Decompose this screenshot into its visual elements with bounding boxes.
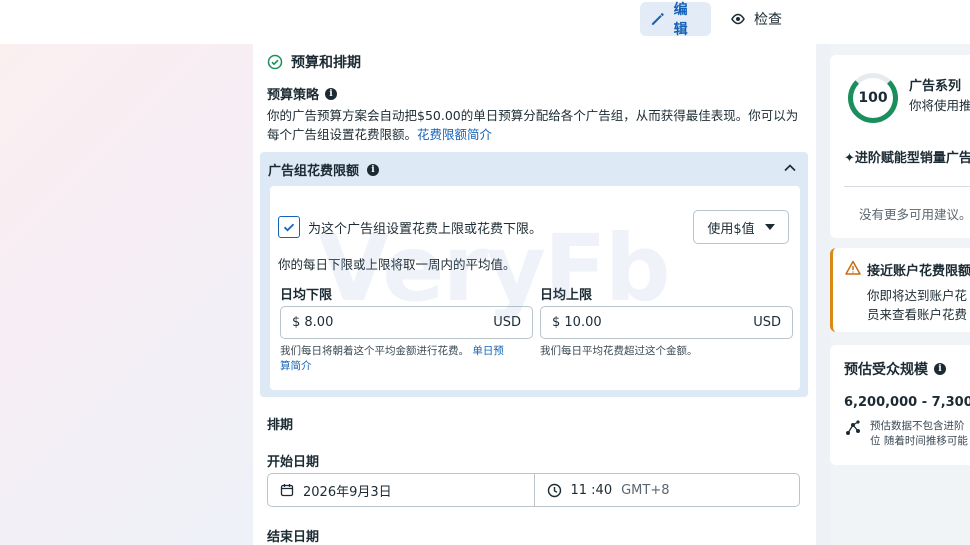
timezone-label: GMT+8 xyxy=(621,482,670,498)
use-value-label: 使用$值 xyxy=(707,221,755,237)
daily-max-input[interactable]: $ 10.00 USD xyxy=(540,306,793,339)
no-more-suggestions: 没有更多可用建议。 xyxy=(859,207,970,222)
caret-down-icon xyxy=(764,224,775,230)
warning-icon xyxy=(845,260,861,275)
section-title: 预算和排期 xyxy=(267,52,361,72)
spend-limit-checkbox[interactable] xyxy=(278,216,300,238)
warning-text-1: 你即将达到账户花 xyxy=(867,288,968,303)
budget-panel: 预算和排期 预算策略 i 你的广告预算方案会自动把$50.00的单日预算分配给各… xyxy=(253,44,816,545)
use-value-dropdown[interactable]: 使用$值 xyxy=(693,210,789,244)
daily-max-label: 日均上限 xyxy=(540,288,593,303)
audience-note-1: 预估数据不包含进阶 xyxy=(870,420,965,432)
calendar-icon xyxy=(280,484,294,497)
eye-icon xyxy=(731,13,745,25)
currency-label: USD xyxy=(493,315,521,330)
audience-note-2: 位 随着时间推移可能 xyxy=(870,435,968,447)
average-note: 你的每日下限或上限将取一周内的平均值。 xyxy=(278,257,516,272)
daily-min-label: 日均下限 xyxy=(280,288,333,303)
edit-button[interactable]: 编辑 xyxy=(640,2,711,38)
daily-max-value: $ 10.00 xyxy=(552,315,602,330)
daily-max-help: 我们每日平均花费超过这个金额。 xyxy=(540,345,698,357)
start-time-input[interactable]: 11 :40 GMT+8 xyxy=(533,474,800,506)
start-date-input[interactable]: 2026年9月3日 xyxy=(268,474,534,506)
edit-label: 编辑 xyxy=(673,2,688,38)
opportunity-score-card: 100 广告系列 你将使用推 ✦进阶赋能型销量广告 没有更多可用建议。 xyxy=(830,55,970,238)
daily-budget-link[interactable]: 单日预 xyxy=(472,345,504,357)
strategy-text: 你的广告预算方案会自动把$50.00的单日预算分配给各个广告组，从而获得最佳表现… xyxy=(267,108,799,142)
audience-note: 预估数据不包含进阶 位 随着时间推移可能 xyxy=(870,419,968,449)
limits-body: 为这个广告组设置花费上限或花费下限。 使用$值 你的每日下限或上限将取一周内的平… xyxy=(270,186,800,390)
audience-title: 预估受众规模 i xyxy=(844,359,946,379)
start-time-value: 11 :40 xyxy=(570,482,613,498)
graph-nodes-icon xyxy=(846,420,860,435)
audience-title-text: 预估受众规模 xyxy=(844,362,928,378)
info-icon[interactable]: i xyxy=(367,163,380,176)
review-label: 检查 xyxy=(754,12,782,28)
review-button[interactable]: 检查 xyxy=(720,2,810,36)
spend-limit-warning-card: 接近账户花费限额 你即将达到账户花 员来查看账户花费 xyxy=(830,248,970,332)
daily-min-input[interactable]: $ 8.00 USD xyxy=(280,306,533,339)
audience-range: 6,200,000 - 7,300,0 xyxy=(844,395,970,410)
campaign-score-title: 广告系列 xyxy=(909,79,962,94)
advantage-sales-item[interactable]: ✦进阶赋能型销量广告 xyxy=(844,147,970,166)
warning-title: 接近账户花费限额 xyxy=(867,264,970,279)
opportunity-score: 100 xyxy=(848,73,898,123)
start-date-value: 2026年9月3日 xyxy=(303,484,392,500)
spend-limit-link[interactable]: 花费限额简介 xyxy=(417,127,492,142)
checkmark-icon xyxy=(283,223,295,232)
end-date-label: 结束日期 xyxy=(267,530,320,545)
warning-text-2: 员来查看账户花费 xyxy=(867,307,968,322)
strategy-label-text: 预算策略 xyxy=(267,88,320,103)
currency-label: USD xyxy=(753,315,781,330)
limits-title: 广告组花费限额 xyxy=(268,164,360,179)
divider xyxy=(844,186,970,187)
section-title-text: 预算和排期 xyxy=(291,55,361,71)
audience-size-card: 预估受众规模 i 6,200,000 - 7,300,0 预估数据不包含进阶 位… xyxy=(830,345,970,465)
strategy-description: 你的广告预算方案会自动把$50.00的单日预算分配给各个广告组，从而获得最佳表现… xyxy=(267,106,802,144)
background-gradient xyxy=(0,44,253,545)
daily-min-help: 我们每日将朝着这个平均金额进行花费。 单日预算简介 xyxy=(280,344,530,374)
start-datetime: 2026年9月3日 11 :40 GMT+8 xyxy=(267,473,800,507)
check-circle-icon xyxy=(267,54,283,70)
info-icon[interactable]: i xyxy=(325,87,338,100)
schedule-title: 排期 xyxy=(267,418,294,433)
campaign-score-sub: 你将使用推 xyxy=(909,98,970,113)
daily-budget-link-cont[interactable]: 算简介 xyxy=(280,360,312,372)
checkbox-label: 为这个广告组设置花费上限或花费下限。 xyxy=(308,222,543,237)
daily-min-help-text: 我们每日将朝着这个平均金额进行花费。 xyxy=(280,345,469,357)
strategy-label: 预算策略 i xyxy=(267,84,338,103)
clock-icon xyxy=(547,483,561,497)
pencil-icon xyxy=(651,13,664,25)
top-bar: 编辑 检查 xyxy=(0,0,970,44)
chevron-up-icon[interactable] xyxy=(782,160,798,176)
limits-header[interactable]: 广告组花费限额 i xyxy=(268,160,380,179)
info-icon[interactable]: i xyxy=(934,363,946,375)
daily-min-value: $ 8.00 xyxy=(292,315,334,330)
adset-spend-limits: 广告组花费限额 i 为这个广告组设置花费上限或花费下限。 使用$值 你的每日下限… xyxy=(260,152,808,397)
start-date-label: 开始日期 xyxy=(267,455,320,470)
